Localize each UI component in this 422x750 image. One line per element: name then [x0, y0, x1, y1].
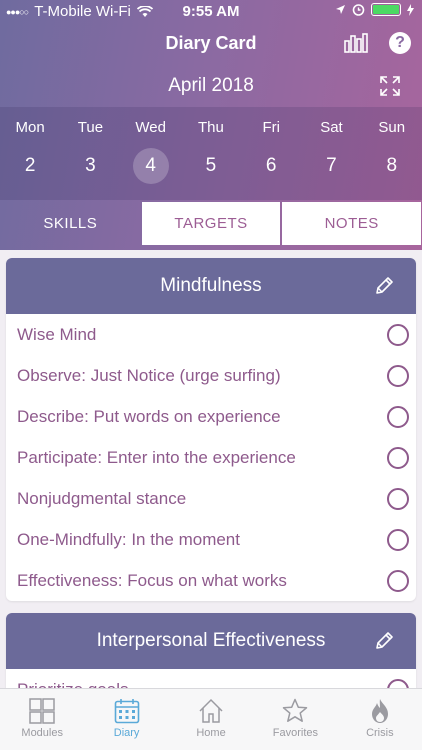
- skill-row[interactable]: Nonjudgmental stance: [6, 478, 416, 519]
- date-cell[interactable]: 6: [241, 148, 301, 184]
- date-number: 3: [85, 155, 96, 176]
- skill-row[interactable]: Wise Mind: [6, 314, 416, 355]
- section-card-mindfulness: Mindfulness Wise Mind Observe: Just Noti…: [6, 258, 416, 601]
- weekday-label: Sat: [320, 119, 343, 136]
- date-number: 2: [24, 155, 36, 176]
- weekday-label: Wed: [135, 119, 166, 136]
- skill-label: Effectiveness: Focus on what works: [17, 571, 287, 590]
- date-number: 8: [386, 155, 398, 176]
- header-area: ●●●○○ T-Mobile Wi-Fi 9:55 AM Diary Card …: [0, 0, 422, 250]
- skill-label: Nonjudgmental stance: [17, 489, 187, 508]
- skill-label: One-Mindfully: In the moment: [17, 530, 240, 549]
- alarm-icon: [352, 4, 365, 16]
- date-number: 5: [205, 155, 217, 176]
- tab-label: Home: [196, 727, 226, 739]
- skill-radio[interactable]: [387, 679, 409, 688]
- week-strip: Mon Tue Wed Thu Fri Sat Sun 2 3 4 5 6 7 …: [0, 107, 422, 200]
- tab-targets[interactable]: TARGETS: [141, 202, 281, 245]
- weekday-label: Fri: [262, 119, 280, 136]
- calendar-icon: [114, 699, 139, 724]
- skill-row[interactable]: Effectiveness: Focus on what works: [6, 560, 416, 601]
- help-button[interactable]: ?: [389, 32, 411, 54]
- tab-modules[interactable]: Modules: [0, 689, 84, 750]
- house-icon: [199, 698, 223, 723]
- expand-icon[interactable]: [380, 76, 400, 96]
- date-cell[interactable]: 5: [181, 148, 241, 184]
- skill-radio[interactable]: [387, 406, 409, 428]
- skill-row[interactable]: Prioritize goals: [6, 669, 416, 688]
- status-bar: ●●●○○ T-Mobile Wi-Fi 9:55 AM: [0, 0, 422, 24]
- flame-icon: [371, 699, 388, 723]
- date-number: 7: [326, 155, 337, 176]
- star-icon: [283, 698, 308, 722]
- tab-favorites[interactable]: Favorites: [253, 689, 337, 750]
- tab-label: Modules: [21, 727, 63, 739]
- section-card-interpersonal: Interpersonal Effectiveness Prioritize g…: [6, 613, 416, 688]
- section-header: Interpersonal Effectiveness: [6, 613, 416, 669]
- skill-radio[interactable]: [387, 488, 409, 510]
- location-icon: [336, 5, 345, 14]
- section-title: Mindfulness: [160, 275, 262, 296]
- segment-tabs: SKILLS TARGETS NOTES: [0, 202, 422, 245]
- date-cell[interactable]: 8: [362, 148, 422, 184]
- grid-icon: [29, 698, 55, 724]
- tab-home[interactable]: Home: [169, 689, 253, 750]
- date-cell-selected[interactable]: 4: [121, 148, 181, 184]
- skill-row[interactable]: One-Mindfully: In the moment: [6, 519, 416, 560]
- section-header: Mindfulness: [6, 258, 416, 314]
- skills-list: Mindfulness Wise Mind Observe: Just Noti…: [0, 250, 422, 688]
- tab-diary[interactable]: Diary: [84, 689, 168, 750]
- weekday-label: Mon: [15, 119, 45, 136]
- skill-row[interactable]: Participate: Enter into the experience: [6, 437, 416, 478]
- skill-label: Describe: Put words on experience: [17, 407, 281, 426]
- weekday-label: Thu: [198, 119, 224, 136]
- skill-row[interactable]: Observe: Just Notice (urge surfing): [6, 355, 416, 396]
- tab-label: Diary: [113, 727, 140, 739]
- tab-notes[interactable]: NOTES: [282, 202, 422, 245]
- skill-label: Participate: Enter into the experience: [17, 448, 296, 467]
- charging-icon: [407, 3, 414, 16]
- date-number: 4: [145, 155, 156, 176]
- weekday-row: Mon Tue Wed Thu Fri Sat Sun: [0, 119, 422, 136]
- skill-row[interactable]: Describe: Put words on experience: [6, 396, 416, 437]
- date-cell[interactable]: 2: [0, 148, 60, 184]
- tab-label: Crisis: [366, 727, 394, 739]
- date-cell[interactable]: 7: [301, 148, 361, 184]
- tab-crisis[interactable]: Crisis: [338, 689, 422, 750]
- weekday-label: Tue: [77, 119, 104, 136]
- status-right: [335, 3, 414, 16]
- skill-radio[interactable]: [387, 570, 409, 592]
- section-title: Interpersonal Effectiveness: [96, 630, 326, 651]
- chart-icon[interactable]: [344, 33, 368, 53]
- tab-bar: Modules Diary Home Favorites Crisis: [0, 688, 422, 750]
- skill-label: Observe: Just Notice (urge surfing): [17, 366, 281, 385]
- battery-icon: [371, 3, 401, 16]
- skill-radio[interactable]: [387, 365, 409, 387]
- date-number: 6: [265, 155, 277, 176]
- skill-label: Prioritize goals: [17, 669, 129, 688]
- skill-label: Wise Mind: [17, 325, 97, 344]
- skill-radio[interactable]: [387, 324, 409, 346]
- skill-radio[interactable]: [387, 447, 409, 469]
- pencil-icon[interactable]: [374, 631, 394, 651]
- month-label: April 2018: [168, 75, 254, 96]
- date-cell[interactable]: 3: [60, 148, 120, 184]
- pencil-icon[interactable]: [374, 276, 394, 296]
- tab-skills[interactable]: SKILLS: [1, 202, 140, 245]
- skill-radio[interactable]: [387, 529, 409, 551]
- weekday-label: Sun: [378, 119, 406, 136]
- date-row: 2 3 4 5 6 7 8: [0, 148, 422, 184]
- tab-label: Favorites: [272, 727, 319, 739]
